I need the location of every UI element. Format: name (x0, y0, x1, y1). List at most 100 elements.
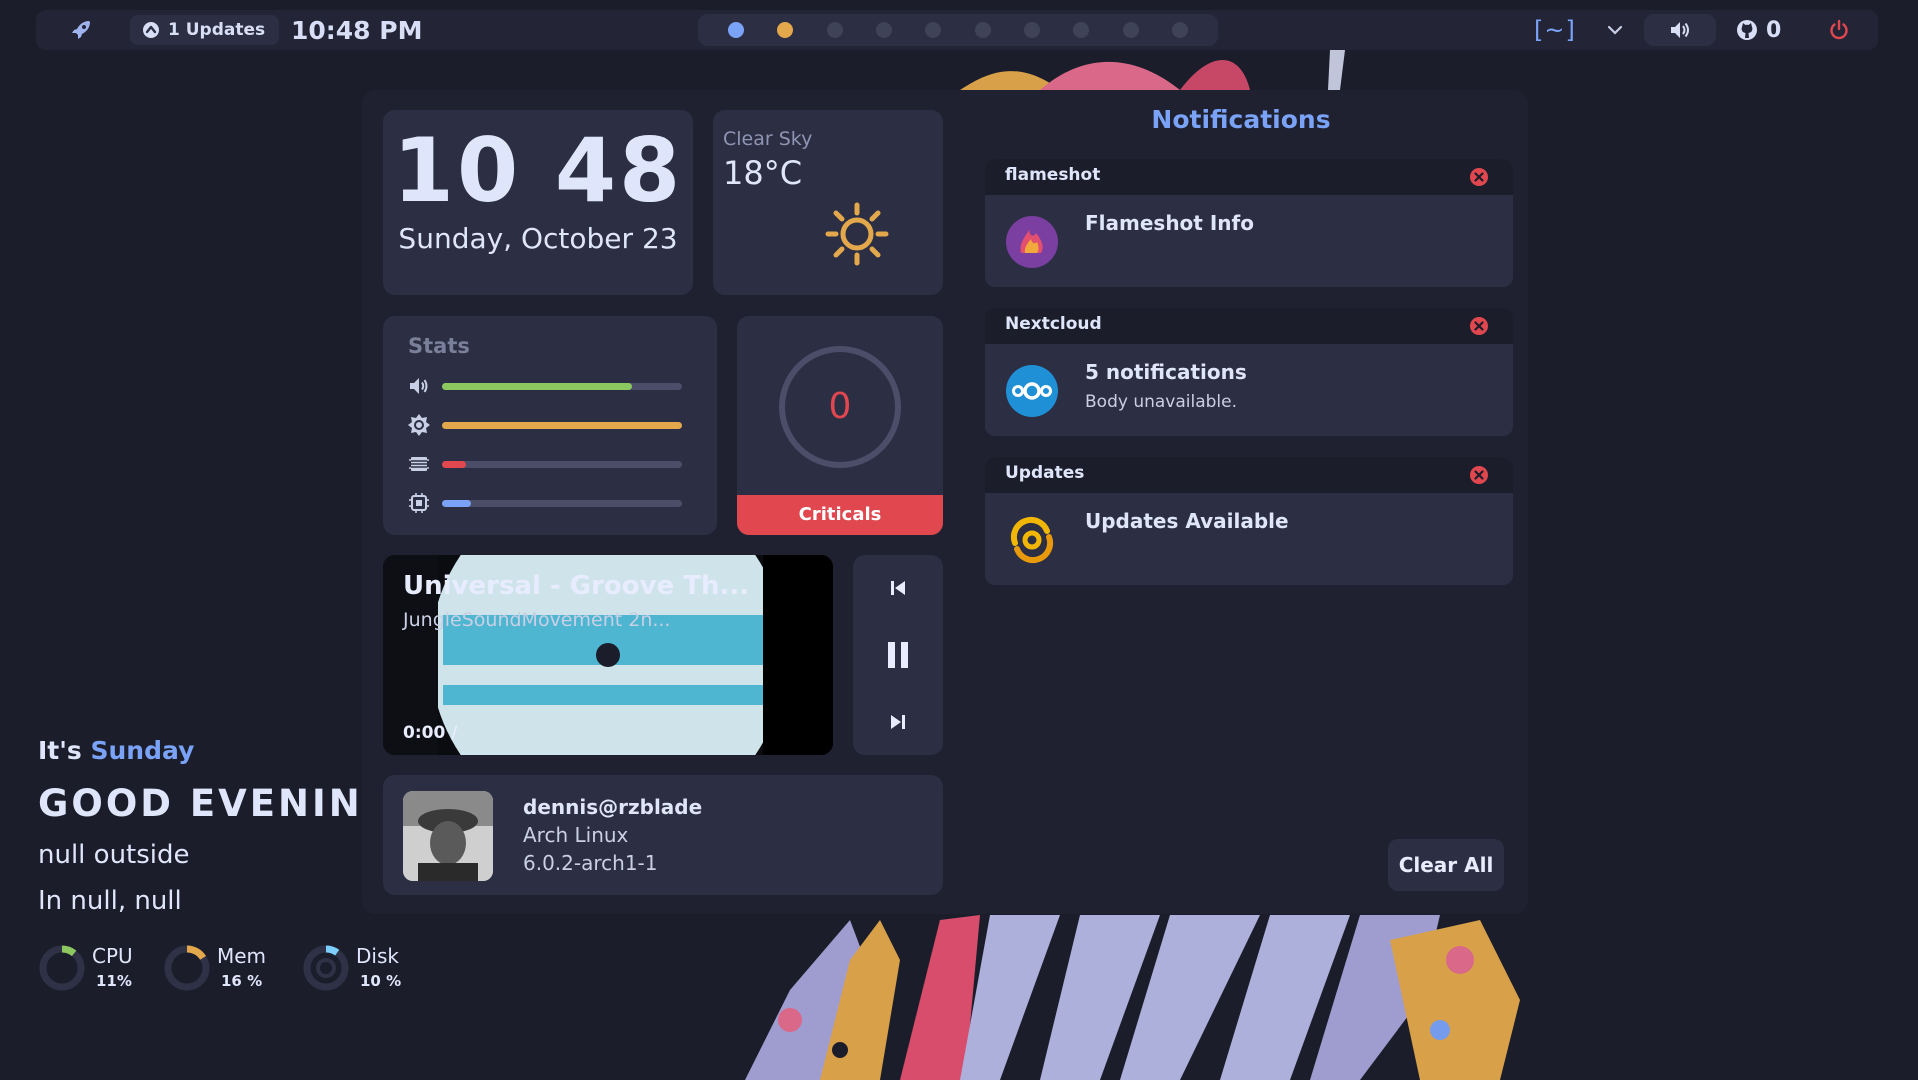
volume-button[interactable] (1644, 14, 1716, 46)
power-icon (1830, 19, 1848, 40)
cpu-stat (407, 491, 697, 515)
speaker-icon (1671, 22, 1689, 38)
avatar (403, 791, 493, 881)
memory-usage-value: 16 % (221, 972, 263, 990)
chevron-down-icon (1607, 25, 1623, 35)
memory-bar-fill (442, 461, 466, 468)
notification-summary: Updates Available (1085, 509, 1289, 533)
workspace-8[interactable] (1073, 22, 1090, 38)
memory-usage-ring (164, 945, 210, 991)
updates-button[interactable]: 1 Updates (130, 15, 280, 45)
arrow-up-circle-icon (143, 22, 159, 38)
music-controls (853, 555, 943, 755)
user-host: dennis@rzblade (523, 795, 703, 819)
criticals-label: Criticals (737, 495, 943, 535)
disk-usage-ring (303, 945, 349, 991)
workspace-10[interactable] (1171, 22, 1188, 38)
next-button[interactable] (853, 697, 943, 747)
volume-stat (407, 374, 697, 398)
close-icon[interactable] (1469, 316, 1489, 336)
music-player: Universal - Groove Th... JungleSoundMove… (383, 555, 833, 755)
power-button[interactable] (1824, 10, 1854, 50)
workspace-7[interactable] (1023, 22, 1040, 38)
notification-app: flameshot (1005, 165, 1101, 185)
close-icon[interactable] (1469, 465, 1489, 485)
github-button[interactable]: 0 (1736, 10, 1781, 50)
updates-label: 1 Updates (168, 20, 266, 40)
volume-bar-fill (442, 383, 632, 390)
weather-temperature: 18°C (723, 154, 803, 192)
notification-body: Body unavailable. (1085, 392, 1238, 412)
skip-next-icon (891, 715, 905, 729)
cpu-bar (442, 500, 682, 507)
pause-icon (888, 642, 908, 668)
stats-title: Stats (408, 334, 470, 358)
github-count: 0 (1766, 17, 1782, 43)
notification-nextcloud[interactable]: Nextcloud 5 notifications Body unavailab… (985, 308, 1513, 436)
github-icon (1737, 20, 1757, 40)
big-clock: 10 48 (392, 119, 684, 222)
memory-usage-label: Mem (217, 944, 267, 968)
criticals-card: 0 Criticals (737, 316, 943, 535)
track-artist: JungleSoundMovement 2n... (403, 609, 671, 631)
workspace-5[interactable] (925, 22, 942, 38)
notification-app: Updates (1005, 463, 1085, 483)
notifications-title: Notifications (1151, 105, 1331, 134)
terminal-button[interactable]: [~] (1534, 10, 1576, 50)
notification-summary: Flameshot Info (1085, 211, 1254, 235)
memory-icon (409, 457, 429, 471)
nextcloud-icon (1006, 365, 1058, 417)
top-bar: 1 Updates 10:48 PM [~] 0 (36, 10, 1878, 50)
brightness-stat (407, 413, 697, 437)
previous-button[interactable] (853, 563, 943, 613)
rocket-icon (72, 21, 90, 39)
workspace-1[interactable] (728, 22, 744, 38)
workspace-9[interactable] (1122, 22, 1139, 38)
tray-toggle[interactable] (1600, 10, 1630, 50)
clock-card: 10 48 Sunday, October 23 (383, 110, 693, 295)
brightness-icon (408, 414, 430, 436)
weather-card: Clear Sky 18°C (713, 110, 943, 295)
workspace-3[interactable] (826, 22, 843, 38)
volume-bar[interactable] (442, 383, 682, 390)
brightness-bar[interactable] (442, 422, 682, 429)
notification-header: flameshot (985, 159, 1513, 195)
workspace-4[interactable] (875, 22, 892, 38)
os-name: Arch Linux (523, 823, 629, 847)
cpu-usage-label: CPU (92, 944, 133, 968)
notification-updates[interactable]: Updates Updates Available (985, 457, 1513, 585)
greeting-location: In null, null (38, 886, 182, 916)
greeting-weather: null outside (38, 840, 190, 870)
cpu-usage-ring (39, 945, 85, 991)
memory-bar (442, 461, 682, 468)
notification-summary: 5 notifications (1085, 360, 1247, 384)
weather-description: Clear Sky (723, 128, 813, 150)
track-position: 0:00 / (403, 723, 458, 743)
pause-button[interactable] (853, 630, 943, 680)
notification-flameshot[interactable]: flameshot Flameshot Info (985, 159, 1513, 287)
notification-header: Nextcloud (985, 308, 1513, 344)
workspace-2[interactable] (777, 22, 794, 38)
close-icon[interactable] (1469, 167, 1489, 187)
user-card: dennis@rzblade Arch Linux 6.0.2-arch1-1 (383, 775, 943, 895)
cpu-icon (409, 493, 429, 513)
date-label: Sunday, October 23 (398, 222, 678, 255)
clear-all-button[interactable]: Clear All (1388, 839, 1504, 891)
disk-usage-label: Disk (356, 944, 399, 968)
notification-app: Nextcloud (1005, 314, 1102, 334)
criticals-count: 0 (828, 386, 852, 427)
kernel-version: 6.0.2-arch1-1 (523, 851, 658, 875)
cpu-bar-fill (442, 500, 471, 507)
greeting-day-line: It's Sunday (38, 736, 194, 765)
greeting-salutation: GOOD EVENING (38, 782, 397, 825)
sun-icon (825, 202, 889, 266)
greeting-day: Sunday (90, 736, 195, 765)
bar-clock[interactable]: 10:48 PM (291, 10, 422, 50)
launcher-button[interactable] (66, 10, 96, 50)
workspace-6[interactable] (974, 22, 991, 38)
notification-header: Updates (985, 457, 1513, 493)
flameshot-icon (1006, 216, 1058, 268)
skip-previous-icon (891, 581, 905, 595)
stats-card: Stats (383, 316, 717, 535)
track-title: Universal - Groove Th... (403, 571, 750, 601)
